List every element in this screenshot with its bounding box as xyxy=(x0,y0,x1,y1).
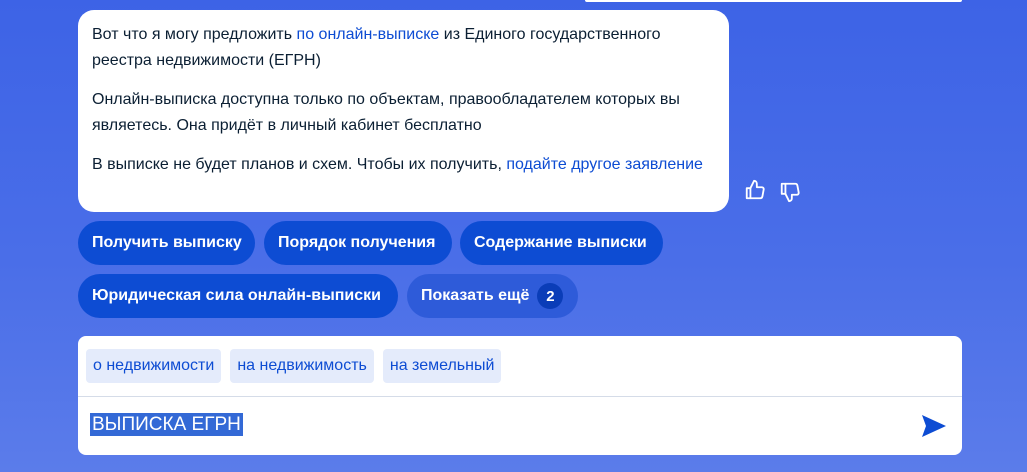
dislike-button[interactable] xyxy=(778,180,802,204)
chat-input-panel: о недвижимости на недвижимость на земель… xyxy=(78,336,962,455)
other-application-link[interactable]: подайте другое заявление xyxy=(506,156,703,173)
message-input[interactable]: ВЫПИСКА ЕГРН xyxy=(90,412,243,438)
show-more-count-badge: 2 xyxy=(537,283,564,309)
message-paragraph-1: Вот что я могу предложить по онлайн-выпи… xyxy=(92,22,715,74)
quick-reply-procedure[interactable]: Порядок получения xyxy=(264,221,452,265)
quick-reply-content[interactable]: Содержание выписки xyxy=(460,221,663,265)
message-paragraph-2: Онлайн-выписка доступна только по объект… xyxy=(92,91,680,134)
thumbs-up-icon xyxy=(745,179,765,200)
selected-input-text: ВЫПИСКА ЕГРН xyxy=(90,413,243,436)
show-more-label: Показать ещё xyxy=(421,287,530,304)
divider xyxy=(78,396,962,397)
quick-reply-label: Юридическая сила онлайн-выписки xyxy=(92,287,381,304)
send-arrow-icon xyxy=(922,415,946,437)
message-text: Вот что я могу предложить xyxy=(92,26,297,43)
quick-reply-legal-force[interactable]: Юридическая сила онлайн-выписки xyxy=(78,274,398,318)
thumbs-down-icon xyxy=(780,182,800,203)
assistant-message: Вот что я могу предложить по онлайн-выпи… xyxy=(78,10,729,212)
autocomplete-suggestions: о недвижимости на недвижимость на земель… xyxy=(86,349,502,383)
like-button[interactable] xyxy=(743,178,767,202)
show-more-button[interactable]: Показать ещё 2 xyxy=(407,274,578,318)
suggestion-item[interactable]: о недвижимости xyxy=(86,349,222,383)
suggestion-item[interactable]: на земельный xyxy=(382,349,502,383)
quick-reply-label: Получить выписку xyxy=(92,234,242,251)
send-button[interactable] xyxy=(920,413,948,439)
previous-message-edge xyxy=(585,0,962,2)
message-text: В выписке не будет планов и схем. Чтобы … xyxy=(92,156,507,173)
quick-reply-get-extract[interactable]: Получить выписку xyxy=(78,221,255,265)
online-extract-link[interactable]: по онлайн-выписке xyxy=(297,26,440,43)
quick-reply-label: Содержание выписки xyxy=(474,234,647,251)
message-paragraph-3: В выписке не будет планов и схем. Чтобы … xyxy=(92,152,715,178)
suggestion-item[interactable]: на недвижимость xyxy=(230,349,374,383)
quick-reply-label: Порядок получения xyxy=(278,234,436,251)
